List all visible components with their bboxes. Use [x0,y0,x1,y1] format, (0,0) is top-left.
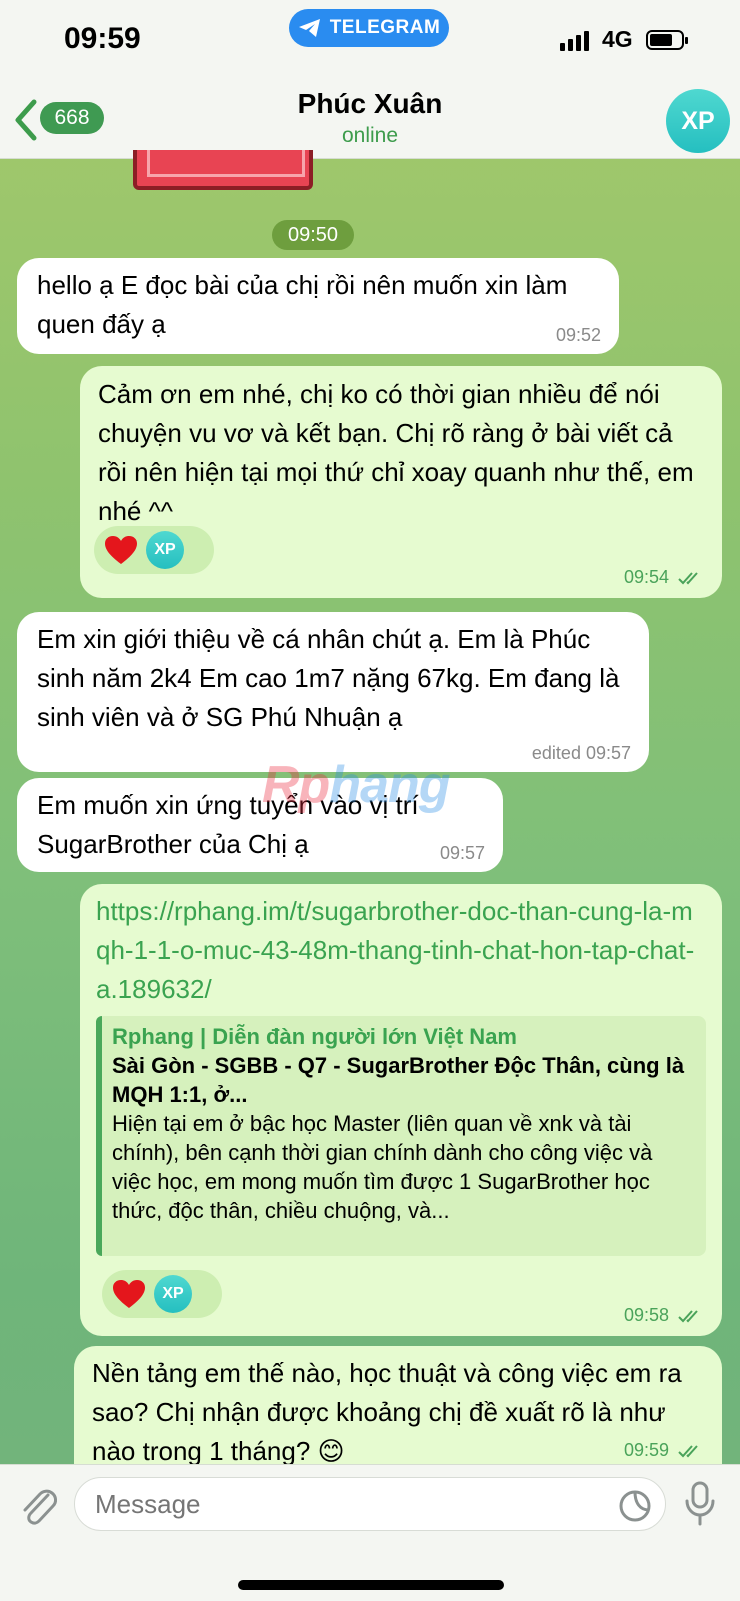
signal-icon [560,31,589,51]
sticker-icon[interactable] [618,1489,652,1523]
reaction-chip[interactable]: XP [102,1270,222,1318]
message-bubble[interactable]: Em muốn xin ứng tuyển vào vị trí SugarBr… [17,778,503,872]
message-input-bar [0,1464,740,1601]
message-time: 09:59 [623,1440,669,1460]
message-bubble[interactable]: Cảm ơn em nhé, chị ko có thời gian nhiều… [80,366,722,598]
reaction-avatar: XP [154,1275,192,1313]
chat-header: 09:59 TELEGRAM 4G 668 Phúc Xuân online X… [0,0,740,159]
read-checks-icon [678,1445,698,1458]
read-checks-icon [678,1310,698,1323]
message-time-row: 09:54 [624,567,704,588]
reaction-chip[interactable]: XP [94,526,214,574]
avatar[interactable]: XP [666,89,730,153]
network-type: 4G [602,26,633,52]
telegram-pill[interactable]: TELEGRAM [289,9,449,47]
preview-description: Hiện tại em ở bậc học Master (liên quan … [112,1111,653,1223]
preview-site: Rphang | Diễn đàn người lớn Việt Nam [112,1024,517,1049]
microphone-icon[interactable] [684,1481,716,1527]
heart-icon [113,1280,145,1308]
preview-title: Sài Gòn - SGBB - Q7 - SugarBrother Độc T… [112,1053,685,1107]
message-link[interactable]: https://rphang.im/t/sugarbrother-doc-tha… [96,892,702,1009]
message-text: Em xin giới thiệu về cá nhân chút ạ. Em … [37,624,620,732]
status-time: 09:59 [64,22,141,55]
message-bubble[interactable]: hello ạ E đọc bài của chị rồi nên muốn x… [17,258,619,354]
message-bubble[interactable]: https://rphang.im/t/sugarbrother-doc-tha… [80,884,722,1336]
message-time: edited 09:57 [531,743,631,763]
date-label: 09:50 [272,220,354,250]
message-time-row: 09:58 [624,1305,704,1326]
message-time: 09:58 [623,1305,669,1325]
message-time-row: 09:59 [624,1440,704,1461]
attach-icon[interactable] [18,1485,58,1527]
heart-icon [105,536,137,564]
home-indicator [238,1580,504,1590]
chat-status: online [341,124,399,147]
message-time: 09:57 [439,843,485,863]
message-text: Cảm ơn em nhé, chị ko có thời gian nhiều… [98,379,694,526]
chat-title[interactable]: Phúc Xuân [0,88,740,120]
message-text: Em muốn xin ứng tuyển vào vị trí SugarBr… [37,790,419,859]
message-time: 09:52 [555,325,601,345]
battery-icon [646,30,688,50]
message-bubble[interactable]: Em xin giới thiệu về cá nhân chút ạ. Em … [17,612,649,772]
message-text: hello ạ E đọc bài của chị rồi nên muốn x… [37,270,568,339]
message-text: Nền tảng em thế nào, học thuật và công v… [92,1358,682,1466]
telegram-pill-label: TELEGRAM [329,17,441,38]
sticker[interactable] [133,150,313,190]
message-time: 09:54 [623,567,669,587]
telegram-icon [298,19,320,37]
link-preview[interactable]: Rphang | Diễn đàn người lớn Việt Nam Sài… [96,1016,706,1256]
reaction-avatar: XP [146,531,184,569]
message-input[interactable] [74,1477,666,1531]
read-checks-icon [678,572,698,585]
